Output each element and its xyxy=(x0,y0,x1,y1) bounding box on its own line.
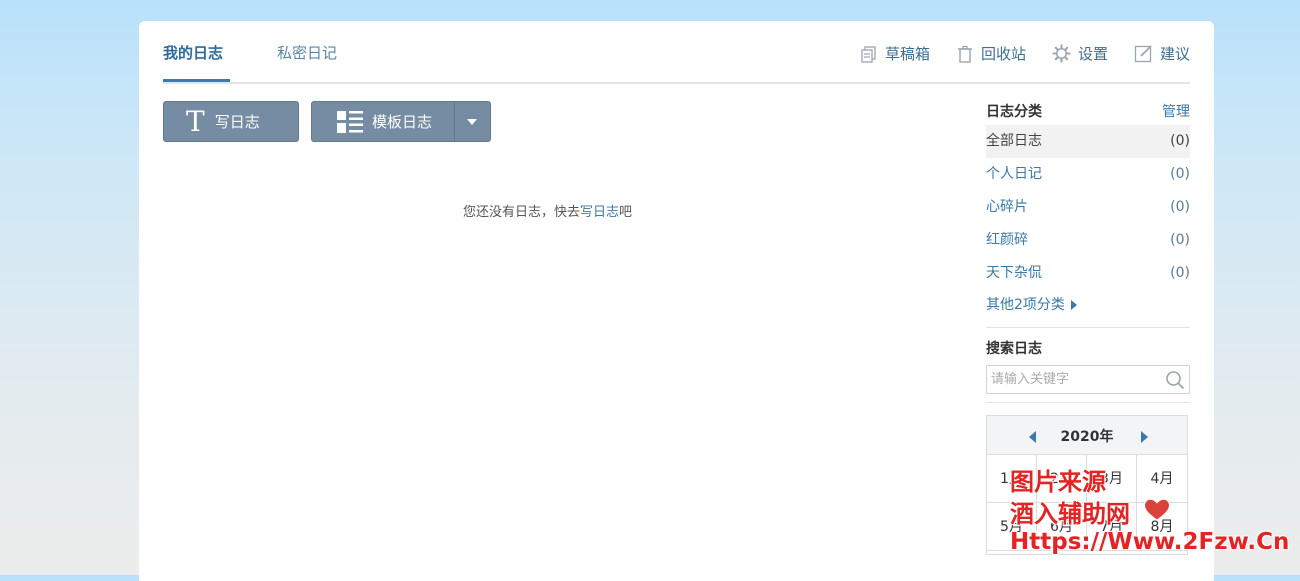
settings-button[interactable]: 设置 xyxy=(1052,43,1108,64)
category-count: (0) xyxy=(1170,199,1190,215)
feedback-button[interactable]: 建议 xyxy=(1134,43,1190,64)
category-count: (0) xyxy=(1170,265,1190,281)
list-template-icon xyxy=(337,110,363,133)
triangle-right-icon xyxy=(1070,300,1077,310)
category-name: 红颜碎 xyxy=(986,232,1028,248)
categories-title: 日志分类 xyxy=(986,104,1042,120)
text-t-icon: T xyxy=(186,104,205,138)
category-count: (0) xyxy=(1170,133,1190,149)
calendar-header: 2020年 xyxy=(987,416,1187,455)
chevron-down-icon[interactable] xyxy=(467,119,477,125)
active-tab-indicator xyxy=(163,79,230,82)
drafts-label: 草稿箱 xyxy=(884,45,930,63)
category-item[interactable]: 个人日记 (0) xyxy=(986,158,1190,191)
search-box xyxy=(986,365,1190,394)
category-name: 全部日志 xyxy=(986,133,1042,149)
category-item[interactable]: 心碎片 (0) xyxy=(986,191,1190,224)
template-blog-button[interactable]: 模板日志 xyxy=(311,101,491,142)
category-item[interactable]: 红颜碎 (0) xyxy=(986,224,1190,257)
tab-private-diary[interactable]: 私密日记 xyxy=(277,42,337,63)
heart-icon xyxy=(1144,498,1170,521)
category-count: (0) xyxy=(1170,232,1190,248)
triangle-right-icon[interactable] xyxy=(1141,431,1148,443)
feedback-label: 建议 xyxy=(1159,45,1190,63)
sidebar-divider xyxy=(986,327,1190,328)
trash-icon xyxy=(957,45,972,63)
search-icon[interactable] xyxy=(1165,370,1185,390)
button-divider xyxy=(454,102,455,141)
write-blog-link[interactable]: 写日志 xyxy=(580,205,619,220)
category-name: 个人日记 xyxy=(986,166,1042,182)
gear-icon xyxy=(1052,44,1071,63)
tab-my-blog[interactable]: 我的日志 xyxy=(163,42,223,63)
empty-state-message: 您还没有日志，快去写日志吧 xyxy=(463,201,632,220)
sidebar-divider xyxy=(986,402,1190,403)
category-item[interactable]: 天下杂侃 (0) xyxy=(986,257,1190,290)
recycle-bin-label: 回收站 xyxy=(980,45,1026,63)
tab-bar: 我的日志 私密日记 草稿箱 回收站 设置 建议 xyxy=(163,21,1190,84)
toolbar: 草稿箱 回收站 设置 建议 xyxy=(834,43,1190,64)
category-name: 心碎片 xyxy=(986,199,1028,215)
search-title: 搜索日志 xyxy=(986,341,1042,357)
template-blog-label: 模板日志 xyxy=(372,113,433,131)
write-blog-button[interactable]: T 写日志 xyxy=(163,101,299,142)
category-item-all[interactable]: 全部日志 (0) xyxy=(986,125,1190,158)
drafts-icon xyxy=(861,45,876,63)
watermark-line: Https://Www.2Fzw.Cn xyxy=(1010,529,1290,555)
drafts-button[interactable]: 草稿箱 xyxy=(860,43,930,64)
watermark-line: 图片来源 xyxy=(1010,468,1106,496)
write-blog-label: 写日志 xyxy=(214,113,260,131)
empty-state-prefix: 您还没有日志，快去 xyxy=(463,205,581,220)
category-count: (0) xyxy=(1170,166,1190,182)
calendar-year: 2020年 xyxy=(1060,429,1114,445)
manage-categories-link[interactable]: 管理 xyxy=(1162,101,1190,121)
recycle-bin-button[interactable]: 回收站 xyxy=(956,43,1026,64)
empty-state-suffix: 吧 xyxy=(619,205,633,220)
settings-label: 设置 xyxy=(1077,45,1108,63)
more-categories-link[interactable]: 其他2项分类 xyxy=(986,290,1190,320)
watermark-line: 酒入辅助网 xyxy=(1010,500,1130,528)
search-input[interactable] xyxy=(987,366,1165,392)
more-categories-label: 其他2项分类 xyxy=(986,297,1065,313)
category-name: 天下杂侃 xyxy=(986,265,1042,281)
edit-icon xyxy=(1134,45,1152,63)
categories-header: 日志分类 管理 xyxy=(986,101,1190,125)
